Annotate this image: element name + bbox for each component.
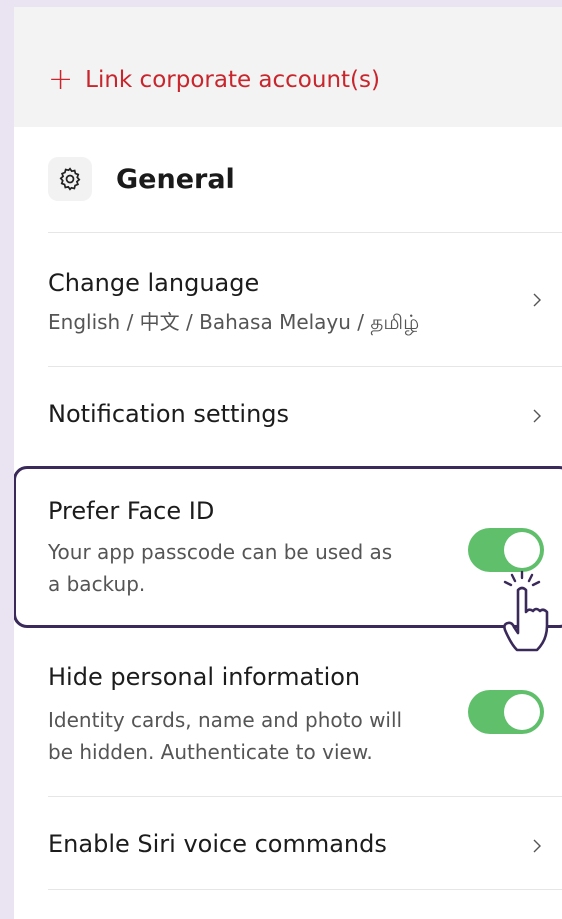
chevron-right-icon (533, 839, 541, 853)
prefer-face-id-title: Prefer Face ID (48, 497, 215, 525)
prefer-face-id-subtitle: Your app passcode can be used as (48, 540, 393, 564)
chevron-right-icon (533, 409, 541, 423)
corporate-section: + Link corporate account(s) (14, 7, 562, 127)
toggle-knob (504, 694, 540, 730)
link-corporate-account-button[interactable]: + Link corporate account(s) (48, 65, 380, 95)
divider (48, 889, 562, 890)
gear-icon (48, 157, 92, 201)
divider (48, 796, 562, 797)
hide-personal-info-toggle[interactable] (468, 690, 544, 734)
change-language-subtitle: English / 中文 / Bahasa Melayu / தமிழ் (48, 310, 420, 334)
chevron-right-icon (533, 293, 541, 307)
notification-settings-title: Notification settings (48, 400, 290, 428)
general-section-header: General (48, 157, 235, 201)
section-title: General (116, 163, 235, 195)
link-corporate-label: Link corporate account(s) (85, 67, 380, 93)
hide-personal-info-title: Hide personal information (48, 663, 361, 691)
change-language-title: Change language (48, 269, 260, 297)
divider (48, 366, 562, 367)
face-id-toggle[interactable] (468, 528, 544, 572)
toggle-knob (504, 532, 540, 568)
plus-icon: + (48, 62, 74, 97)
siri-voice-commands-title: Enable Siri voice commands (48, 830, 387, 858)
settings-panel: + Link corporate account(s) General Chan… (14, 7, 562, 919)
divider (48, 232, 562, 233)
hide-personal-info-subtitle-2: be hidden. Authenticate to view. (48, 740, 373, 764)
hand-pointer-icon (503, 570, 549, 652)
prefer-face-id-subtitle-2: a backup. (48, 572, 146, 596)
hide-personal-info-subtitle: Identity cards, name and photo will (48, 708, 403, 732)
